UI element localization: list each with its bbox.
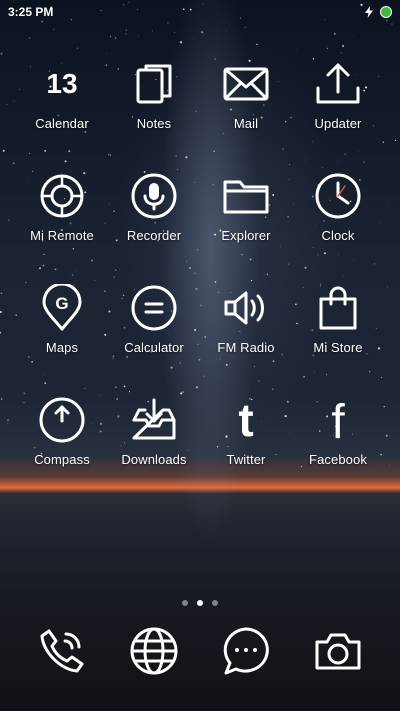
app-label: Downloads xyxy=(121,452,187,467)
app-mi-remote[interactable]: Mi Remote xyxy=(16,170,108,282)
app-calculator[interactable]: Calculator xyxy=(108,282,200,394)
camera-icon xyxy=(315,633,361,670)
app-label: Twitter xyxy=(226,452,266,467)
notes-icon xyxy=(128,58,180,110)
calculator-icon xyxy=(128,282,180,334)
app-label: Recorder xyxy=(126,228,182,243)
clock-icon xyxy=(312,170,364,222)
battery-icon xyxy=(380,6,392,18)
phone-icon xyxy=(40,629,84,673)
remote-icon xyxy=(36,170,88,222)
map-pin-icon: G xyxy=(36,282,88,334)
page-dot[interactable] xyxy=(212,600,218,606)
app-label: Explorer xyxy=(221,228,271,243)
calendar-icon: 13 xyxy=(36,58,88,110)
app-label: Maps xyxy=(45,340,79,355)
facebook-icon: f xyxy=(312,394,364,446)
app-updater[interactable]: Updater xyxy=(292,58,384,170)
app-facebook[interactable]: f Facebook xyxy=(292,394,384,506)
app-label: Updater xyxy=(314,116,362,131)
messages-icon xyxy=(223,627,269,675)
app-label: Mi Remote xyxy=(30,228,94,243)
folder-icon xyxy=(220,170,272,222)
updater-icon xyxy=(312,58,364,110)
app-label: FM Radio xyxy=(217,340,275,355)
app-fm-radio[interactable]: FM Radio xyxy=(200,282,292,394)
app-mi-store[interactable]: Mi Store xyxy=(292,282,384,394)
microphone-icon xyxy=(128,170,180,222)
app-downloads[interactable]: Downloads xyxy=(108,394,200,506)
dock-phone[interactable] xyxy=(16,626,108,676)
twitter-icon: t xyxy=(220,394,272,446)
app-clock[interactable]: Clock xyxy=(292,170,384,282)
page-dot-active[interactable] xyxy=(197,600,203,606)
dock-browser[interactable] xyxy=(108,626,200,676)
mail-icon xyxy=(220,58,272,110)
charging-icon xyxy=(365,6,373,18)
app-label: Clock xyxy=(321,228,355,243)
calendar-date: 13 xyxy=(46,68,78,99)
dock xyxy=(16,626,384,676)
speaker-icon xyxy=(220,282,272,334)
shopping-bag-icon xyxy=(312,282,364,334)
browser-globe-icon xyxy=(130,627,178,675)
app-calendar[interactable]: 13 Calendar xyxy=(16,58,108,170)
facebook-glyph: f xyxy=(331,396,345,444)
app-label: Compass xyxy=(34,452,90,467)
app-label: Facebook xyxy=(309,452,367,467)
app-maps[interactable]: G Maps xyxy=(16,282,108,394)
dock-messages[interactable] xyxy=(200,626,292,676)
status-bar: 3:25 PM xyxy=(0,0,400,24)
status-time: 3:25 PM xyxy=(8,5,54,19)
app-compass[interactable]: Compass xyxy=(16,394,108,506)
app-label: Notes xyxy=(136,116,172,131)
page-indicator[interactable] xyxy=(0,600,400,606)
app-twitter[interactable]: t Twitter xyxy=(200,394,292,506)
app-mail[interactable]: Mail xyxy=(200,58,292,170)
app-label: Mi Store xyxy=(313,340,363,355)
app-label: Mail xyxy=(233,116,259,131)
compass-icon xyxy=(36,394,88,446)
app-notes[interactable]: Notes xyxy=(108,58,200,170)
app-label: Calendar xyxy=(35,116,89,131)
page-dot[interactable] xyxy=(182,600,188,606)
app-recorder[interactable]: Recorder xyxy=(108,170,200,282)
dock-camera[interactable] xyxy=(292,626,384,676)
twitter-glyph: t xyxy=(238,396,253,444)
download-tray-icon xyxy=(128,394,180,446)
maps-glyph: G xyxy=(55,294,68,313)
app-label: Calculator xyxy=(124,340,184,355)
app-grid: 13 Calendar Notes Mail Updater Mi Remote… xyxy=(16,58,384,506)
app-explorer[interactable]: Explorer xyxy=(200,170,292,282)
